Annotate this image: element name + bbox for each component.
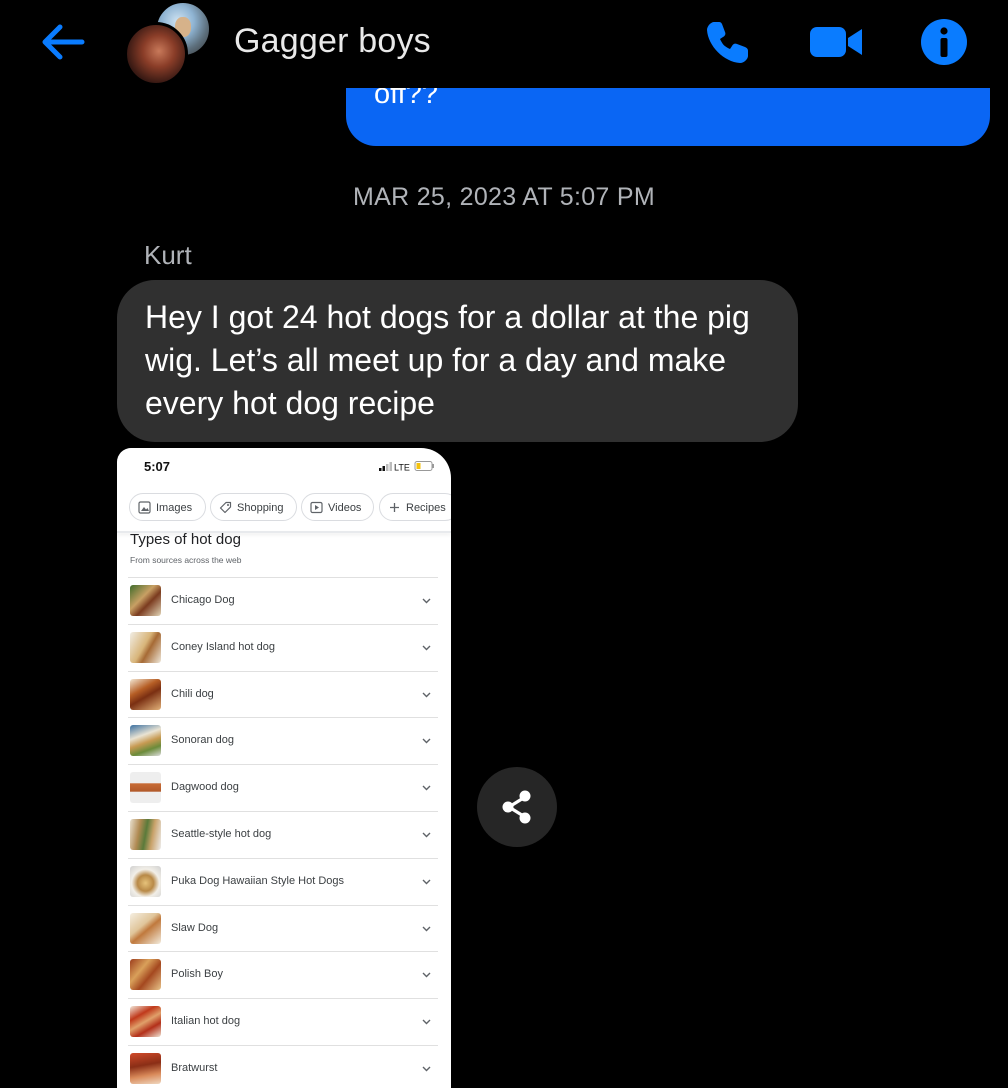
- chevron-down-icon: [422, 1019, 431, 1025]
- item-thumbnail: [130, 912, 161, 944]
- chevron-down-icon: [422, 738, 431, 744]
- item-thumbnail: [130, 1006, 161, 1038]
- back-arrow-icon: [42, 24, 85, 60]
- chevron-down-icon: [422, 879, 431, 885]
- info-button[interactable]: [918, 16, 970, 68]
- sender-name: Kurt: [144, 240, 192, 270]
- list-item[interactable]: Polish Boy: [128, 951, 438, 998]
- back-button[interactable]: [38, 20, 88, 64]
- search-filter-chips: Images Shopping Videos Recipes: [129, 493, 451, 523]
- share-button[interactable]: [477, 767, 557, 847]
- plus-icon: [390, 503, 399, 512]
- share-icon: [502, 790, 531, 824]
- item-thumbnail: [130, 678, 161, 710]
- chevron-down-icon: [422, 832, 431, 838]
- list-item[interactable]: Dagwood dog: [128, 764, 438, 811]
- chevron-down-icon: [422, 785, 431, 791]
- list-item[interactable]: Coney Island hot dog: [128, 623, 438, 671]
- chip-recipes[interactable]: Recipes: [379, 493, 451, 521]
- item-thumbnail: [130, 772, 161, 804]
- item-label: Italian hot dog: [171, 1015, 241, 1028]
- item-thumbnail: [130, 818, 161, 850]
- list-item[interactable]: Sonoran dog: [128, 717, 438, 764]
- phone-icon: [707, 22, 748, 63]
- chip-videos-label: Videos: [328, 502, 362, 514]
- item-thumbnail: [130, 631, 161, 663]
- item-thumbnail: [130, 585, 161, 616]
- call-button[interactable]: [702, 16, 754, 68]
- item-label: Bratwurst: [171, 1061, 218, 1074]
- chip-recipes-label: Recipes: [406, 502, 446, 514]
- chip-shopping-label: Shopping: [237, 502, 284, 514]
- item-thumbnail: [130, 725, 161, 757]
- item-thumbnail: [130, 959, 161, 991]
- image-icon: [138, 501, 151, 514]
- chip-images[interactable]: Images: [129, 493, 206, 521]
- received-message-text: Hey I got 24 hot dogs for a dollar at th…: [145, 299, 750, 421]
- chevron-down-icon: [422, 692, 431, 698]
- tag-icon: [219, 501, 232, 514]
- chip-images-label: Images: [156, 502, 193, 514]
- play-icon: [310, 501, 323, 514]
- info-icon: [921, 19, 967, 65]
- sent-message-text: off??: [374, 88, 438, 110]
- conversation-title[interactable]: Gagger boys: [234, 22, 431, 61]
- shared-screenshot-image[interactable]: 5:07 LTE Images Shopping Videos Recipes …: [117, 448, 451, 1088]
- chevron-down-icon: [422, 1066, 431, 1072]
- item-label: Slaw Dog: [171, 921, 219, 934]
- message-timestamp: MAR 25, 2023 AT 5:07 PM: [353, 183, 655, 211]
- item-label: Seattle-style hot dog: [171, 827, 272, 840]
- list-item[interactable]: Slaw Dog: [128, 904, 438, 952]
- item-label: Dagwood dog: [171, 781, 239, 794]
- chevron-down-icon: [422, 972, 431, 978]
- item-thumbnail: [130, 1052, 161, 1084]
- list-item[interactable]: Seattle-style hot dog: [128, 810, 438, 858]
- list-item[interactable]: Bratwurst: [128, 1044, 438, 1088]
- chip-videos[interactable]: Videos: [301, 493, 374, 521]
- list-item[interactable]: Puka Dog Hawaiian Style Hot Dogs: [128, 857, 438, 905]
- item-label: Puka Dog Hawaiian Style Hot Dogs: [171, 874, 345, 887]
- item-label: Chicago Dog: [171, 594, 235, 606]
- item-label: Polish Boy: [171, 968, 223, 981]
- chip-shopping[interactable]: Shopping: [210, 493, 297, 521]
- avatar-member-1: [124, 22, 188, 86]
- list-item[interactable]: Chili dog: [128, 670, 438, 718]
- network-label: LTE: [394, 463, 410, 473]
- group-avatar[interactable]: [124, 0, 212, 86]
- video-camera-icon: [810, 27, 862, 57]
- list-item[interactable]: Italian hot dog: [128, 998, 438, 1045]
- panel-subtitle: From sources across the web: [130, 555, 242, 565]
- panel-title: Types of hot dog: [130, 531, 241, 548]
- list-item[interactable]: Chicago Dog: [128, 577, 438, 624]
- received-message-bubble[interactable]: Hey I got 24 hot dogs for a dollar at th…: [117, 280, 798, 442]
- sent-message-bubble[interactable]: off??: [346, 88, 990, 146]
- item-label: Coney Island hot dog: [171, 640, 275, 653]
- item-label: Sonoran dog: [171, 734, 234, 747]
- chevron-down-icon: [422, 598, 431, 604]
- chevron-down-icon: [422, 926, 431, 932]
- video-call-button[interactable]: [806, 16, 866, 68]
- status-bar-time: 5:07: [144, 459, 171, 474]
- hot-dog-list: Chicago Dog Coney Island hot dog Chili d…: [128, 577, 438, 1088]
- chevron-down-icon: [422, 645, 431, 651]
- status-bar-icons: LTE: [379, 461, 434, 473]
- item-label: Chili dog: [171, 687, 214, 700]
- item-thumbnail: [130, 865, 161, 897]
